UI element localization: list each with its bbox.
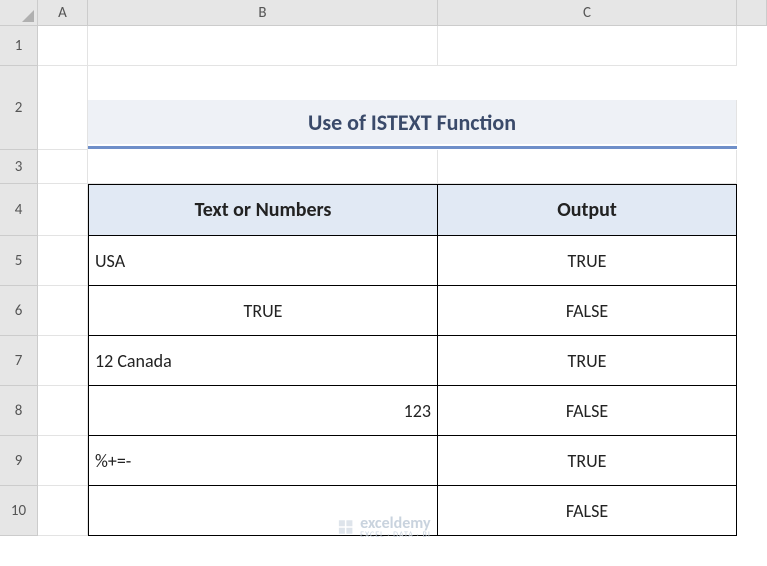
cell-C3[interactable]: [438, 150, 737, 184]
cell-A1[interactable]: [38, 26, 88, 66]
row-header-2[interactable]: 2: [0, 66, 38, 150]
title-underline: [88, 146, 737, 149]
col-header-A[interactable]: A: [38, 0, 88, 26]
cell-C1[interactable]: [438, 26, 737, 66]
data-output-5[interactable]: FALSE: [438, 486, 737, 536]
cell-A9[interactable]: [38, 436, 88, 486]
cell-A4[interactable]: [38, 184, 88, 236]
cell-A7[interactable]: [38, 336, 88, 386]
data-input-1[interactable]: TRUE: [88, 286, 438, 336]
data-input-5[interactable]: [88, 486, 438, 536]
row-header-8[interactable]: 8: [0, 386, 38, 436]
col-header-C[interactable]: C: [438, 0, 737, 26]
spreadsheet-grid: A B C 1 2 3 4 5 6 7 8 9 10 Use of ISTEXT…: [0, 0, 767, 566]
select-all-triangle[interactable]: [0, 0, 38, 26]
row-header-3[interactable]: 3: [0, 150, 38, 184]
table-header-col2[interactable]: Output: [438, 184, 737, 236]
cell-A2[interactable]: [38, 66, 88, 150]
col-header-B[interactable]: B: [88, 0, 438, 26]
data-output-2[interactable]: TRUE: [438, 336, 737, 386]
row-header-9[interactable]: 9: [0, 436, 38, 486]
data-output-3[interactable]: FALSE: [438, 386, 737, 436]
row-header-6[interactable]: 6: [0, 286, 38, 336]
title-cell[interactable]: Use of ISTEXT Function: [88, 100, 737, 144]
row-header-10[interactable]: 10: [0, 486, 38, 536]
cell-A8[interactable]: [38, 386, 88, 436]
col-header-next[interactable]: [737, 0, 767, 26]
data-input-4[interactable]: %+=-: [88, 436, 438, 486]
cell-A5[interactable]: [38, 236, 88, 286]
cell-A3[interactable]: [38, 150, 88, 184]
data-output-0[interactable]: TRUE: [438, 236, 737, 286]
row-header-5[interactable]: 5: [0, 236, 38, 286]
row-header-4[interactable]: 4: [0, 184, 38, 236]
cell-A6[interactable]: [38, 286, 88, 336]
row-header-7[interactable]: 7: [0, 336, 38, 386]
data-input-3[interactable]: 123: [88, 386, 438, 436]
cell-A10[interactable]: [38, 486, 88, 536]
data-output-1[interactable]: FALSE: [438, 286, 737, 336]
data-input-0[interactable]: USA: [88, 236, 438, 286]
data-output-4[interactable]: TRUE: [438, 436, 737, 486]
data-input-2[interactable]: 12 Canada: [88, 336, 438, 386]
row-header-1[interactable]: 1: [0, 26, 38, 66]
cell-B1[interactable]: [88, 26, 438, 66]
table-header-col1[interactable]: Text or Numbers: [88, 184, 438, 236]
cell-B3[interactable]: [88, 150, 438, 184]
